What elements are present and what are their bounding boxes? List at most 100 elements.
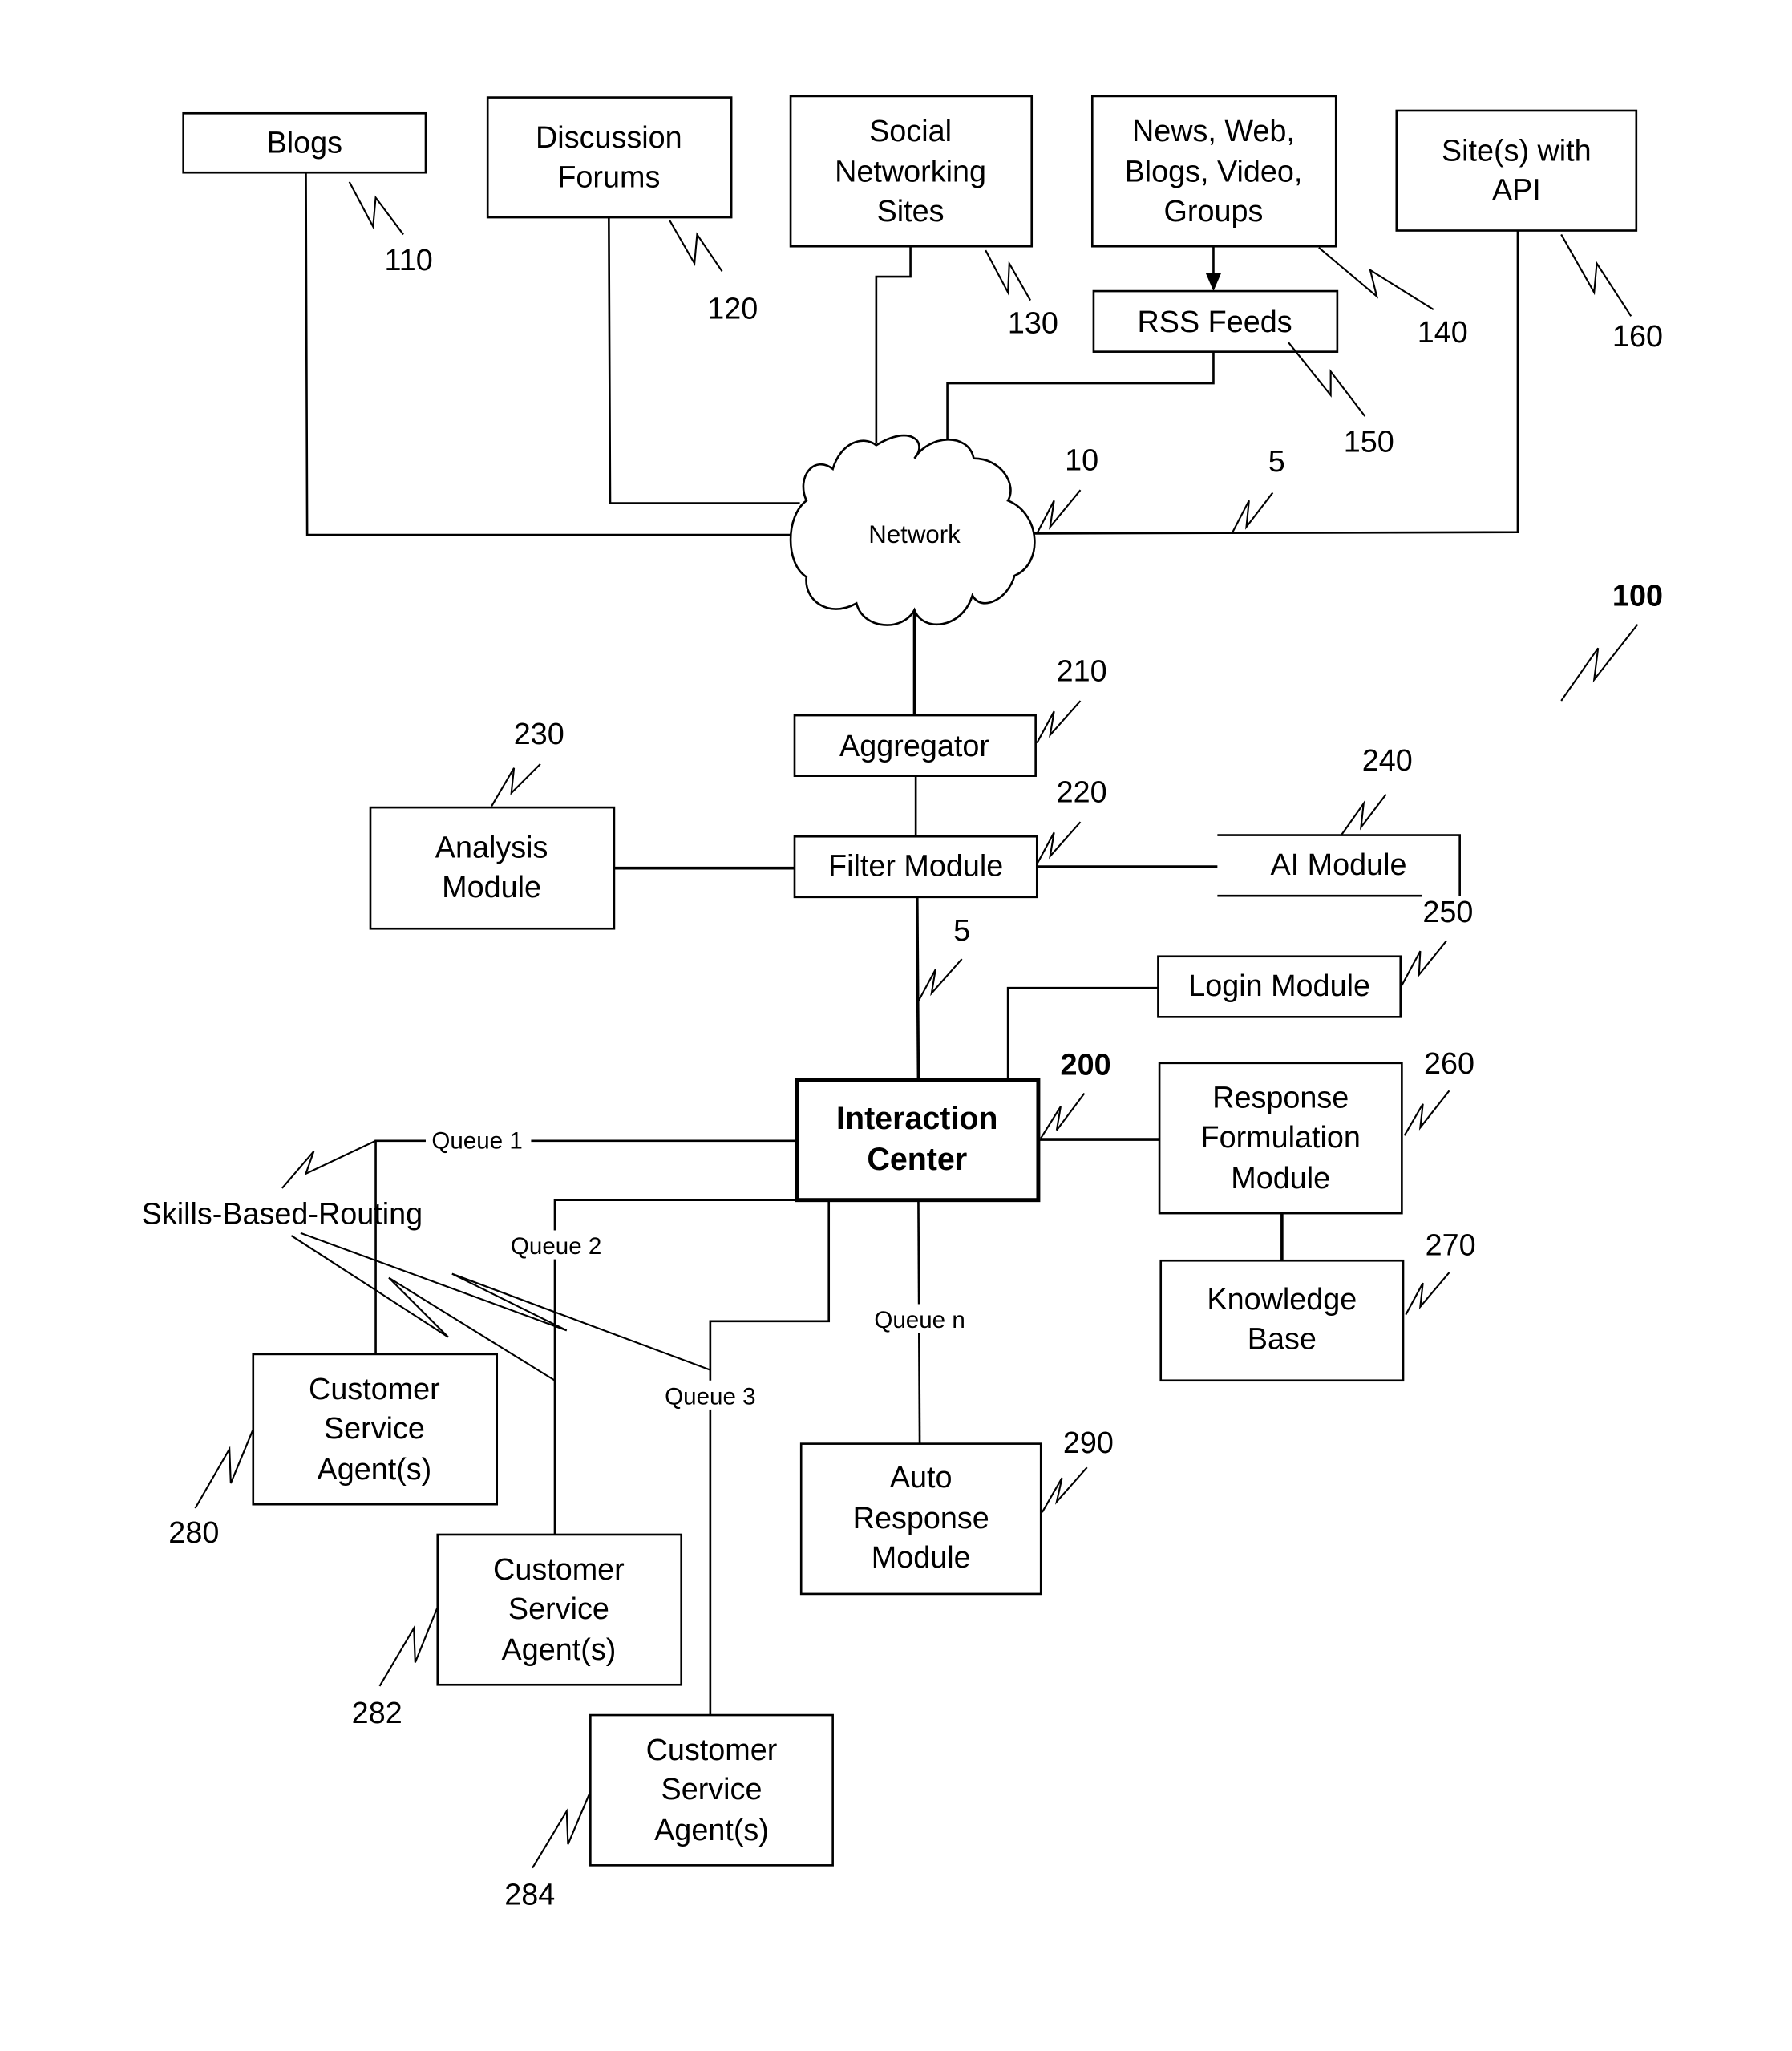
leader-110 [348, 181, 404, 236]
ref-260: 260 [1424, 1047, 1474, 1081]
ref-5-top: 5 [1268, 445, 1285, 479]
ref-140: 140 [1418, 316, 1468, 350]
source-rss-feeds: RSS Feeds [1092, 289, 1339, 353]
agents-282: Customer Service Agent(s) [436, 1533, 683, 1686]
leader-240 [1340, 794, 1387, 836]
ref-150: 150 [1344, 426, 1394, 459]
wire-blogs-network [305, 172, 795, 536]
leader-220 [1036, 821, 1082, 865]
leader-100 [1560, 624, 1639, 702]
source-sites-with-api: Site(s) with API [1395, 109, 1638, 232]
ref-280: 280 [168, 1516, 219, 1550]
filter-label: Filter Module [828, 850, 1003, 884]
network-cloud: Network [789, 434, 1036, 626]
agents-284: Customer Service Agent(s) [589, 1713, 834, 1867]
auto-label-1: Auto [890, 1461, 953, 1495]
auto-label-2: Response [853, 1502, 989, 1535]
news-label-2: Blogs, Video, [1125, 156, 1303, 189]
leader-284 [532, 1790, 592, 1869]
reference-leaders [194, 181, 1639, 1869]
ref-130: 130 [1008, 307, 1058, 341]
leader-5-top [1231, 492, 1274, 534]
ref-5-mid: 5 [953, 914, 970, 948]
agent-284-label-1: Customer [646, 1733, 778, 1767]
leader-290 [1041, 1466, 1088, 1513]
agent-280-label-2: Service [324, 1412, 425, 1446]
queue-3-label: Queue 3 [665, 1383, 755, 1410]
leader-230 [491, 763, 541, 807]
interaction-label-2: Center [867, 1142, 967, 1177]
wire-filter-interaction [915, 896, 920, 1081]
arrow-head-icon [1205, 273, 1222, 292]
rss-label: RSS Feeds [1138, 305, 1292, 339]
interaction-center: Interaction Center [795, 1078, 1041, 1203]
ref-120: 120 [707, 293, 758, 326]
source-blogs: Blogs [182, 111, 427, 174]
leader-5-mid [917, 958, 963, 1002]
agent-282-label-3: Agent(s) [502, 1633, 617, 1667]
response-label-3: Module [1231, 1162, 1330, 1195]
module-auto-response: Auto Response Module [799, 1442, 1042, 1596]
ref-10: 10 [1065, 444, 1098, 478]
leader-250 [1401, 940, 1448, 986]
leader-150 [1288, 342, 1366, 417]
ref-290: 290 [1063, 1426, 1114, 1460]
api-label-1: Site(s) with [1442, 134, 1592, 168]
module-analysis: Analysis Module [369, 806, 616, 930]
wire-forums-network [608, 217, 800, 504]
social-label-2: Networking [835, 156, 986, 189]
wire-rss-network [946, 351, 1215, 443]
forums-label-2: Forums [557, 160, 660, 194]
forums-label-1: Discussion [536, 121, 682, 155]
ref-100: 100 [1612, 580, 1663, 613]
knowledge-label-1: Knowledge [1207, 1283, 1357, 1317]
network-label: Network [868, 520, 961, 548]
wire-social-network [875, 246, 912, 443]
skills-based-routing: Skills-Based-Routing [142, 1139, 711, 1381]
wire-api-network [1034, 230, 1519, 535]
module-aggregator: Aggregator [793, 714, 1037, 777]
source-discussion-forums: Discussion Forums [486, 96, 733, 219]
ref-200: 200 [1061, 1049, 1111, 1082]
module-ai: AI Module [1217, 834, 1461, 897]
social-label-3: Sites [877, 195, 945, 229]
news-label-3: Groups [1164, 195, 1264, 229]
leader-200 [1040, 1092, 1086, 1139]
ref-270: 270 [1426, 1229, 1476, 1263]
leader-260 [1403, 1090, 1450, 1136]
social-label-1: Social [869, 115, 952, 148]
ref-282: 282 [352, 1697, 402, 1730]
response-label-1: Response [1212, 1082, 1349, 1115]
routing-leader-1 [281, 1139, 377, 1189]
knowledge-label-2: Base [1248, 1322, 1317, 1356]
auto-label-3: Module [872, 1541, 971, 1575]
ref-230: 230 [514, 718, 564, 751]
source-social-networking: Social Networking Sites [789, 95, 1034, 248]
news-label-1: News, Web, [1132, 115, 1295, 148]
ref-210: 210 [1057, 654, 1107, 688]
agent-282-label-1: Customer [493, 1553, 625, 1587]
response-label-2: Formulation [1201, 1121, 1361, 1155]
agent-284-label-3: Agent(s) [654, 1814, 769, 1847]
queue-n-label: Queue n [874, 1307, 965, 1333]
skills-routing-label: Skills-Based-Routing [142, 1197, 423, 1231]
agents-280: Customer Service Agent(s) [252, 1353, 499, 1506]
leader-160 [1560, 233, 1632, 317]
agent-280-label-3: Agent(s) [318, 1453, 432, 1487]
ref-160: 160 [1612, 320, 1663, 354]
module-login: Login Module [1157, 955, 1402, 1018]
leader-10 [1036, 489, 1082, 534]
system-diagram: Queue 1 Queue 2 Queue 3 Queue n Network … [142, 95, 1663, 1912]
leader-280 [194, 1429, 254, 1509]
interaction-label-1: Interaction [836, 1101, 997, 1136]
leader-270 [1405, 1272, 1450, 1316]
agent-280-label-1: Customer [309, 1373, 440, 1406]
queue-1-label: Queue 1 [431, 1128, 522, 1155]
leader-210 [1036, 700, 1082, 744]
ref-240: 240 [1362, 744, 1413, 778]
ref-220: 220 [1057, 776, 1107, 810]
module-filter: Filter Module [793, 835, 1038, 899]
module-response-formulation: Response Formulation Module [1158, 1062, 1403, 1215]
queue-2-label: Queue 2 [511, 1233, 601, 1260]
aggregator-label: Aggregator [839, 730, 989, 763]
